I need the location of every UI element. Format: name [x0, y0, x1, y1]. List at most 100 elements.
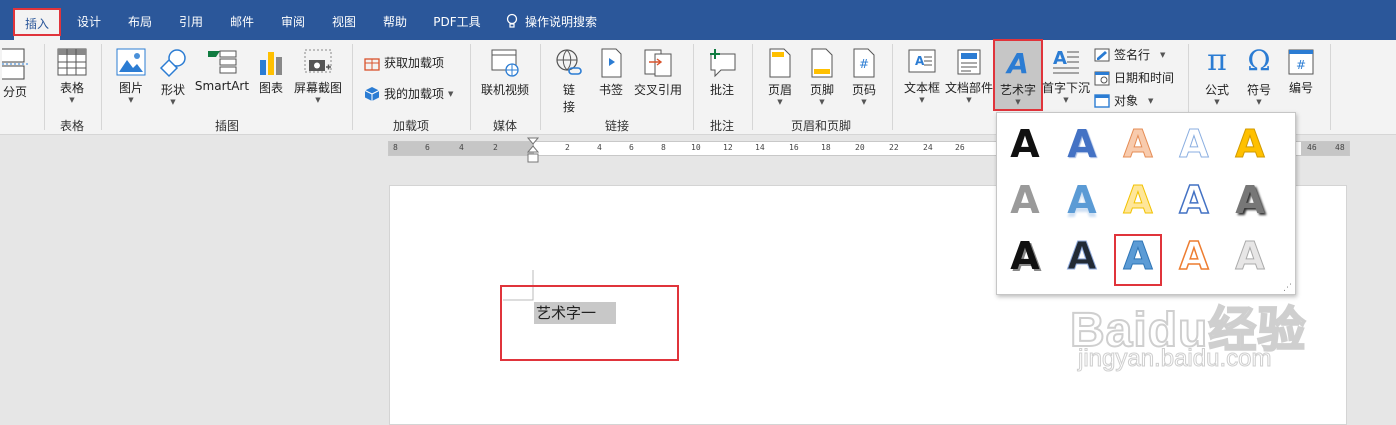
indent-marker[interactable] [527, 137, 539, 165]
textbox-icon: A [908, 49, 936, 73]
tab-design[interactable]: 设计 [70, 8, 108, 36]
wordart-style-11[interactable]: A [1005, 234, 1045, 278]
footer-button[interactable]: 页脚 ▼ [804, 48, 840, 106]
chevron-down-icon: ▼ [966, 96, 972, 104]
ruler-tick: 46 [1307, 143, 1317, 152]
ribbon-separator [1330, 44, 1331, 130]
page-number-icon: # [853, 48, 875, 78]
shapes-button[interactable]: 形状 ▼ [154, 48, 192, 106]
resize-grip-icon[interactable]: ⋰ [1283, 283, 1292, 293]
symbol-label: 符号 [1246, 83, 1271, 97]
wordart-style-2[interactable]: A [1062, 122, 1102, 166]
wordart-style-4[interactable]: A [1174, 122, 1214, 167]
wordart-style-8[interactable]: A [1118, 178, 1158, 223]
get-addins-label: 获取加载项 [384, 56, 445, 70]
wordart-style-5[interactable]: A [1230, 122, 1270, 167]
signature-line-button[interactable]: 签名行 ▼ [1094, 46, 1165, 63]
ruler-tick: 18 [821, 143, 831, 152]
ribbon-separator [470, 44, 471, 130]
bookmark-button[interactable]: 书签 [594, 48, 628, 98]
wordart-style-14[interactable]: A [1174, 233, 1214, 279]
comment-button[interactable]: 批注 [702, 48, 742, 98]
quick-parts-button[interactable]: 文档部件 ▼ [944, 48, 994, 104]
wordart-style-1[interactable]: A [1005, 122, 1045, 166]
wordart-style-6[interactable]: A [1005, 178, 1045, 222]
wordart-style-13[interactable]: A [1118, 234, 1158, 279]
wordart-button[interactable]: A 艺术字 ▼ [994, 40, 1042, 110]
ribbon-separator [101, 44, 102, 130]
svg-text:A: A [1005, 48, 1029, 78]
chevron-down-icon: ▼ [819, 98, 825, 106]
wordart-style-15[interactable]: A [1230, 234, 1270, 279]
chart-button[interactable]: 图表 [254, 48, 288, 96]
selected-text[interactable]: 艺术字一 [534, 302, 616, 324]
header-button[interactable]: 页眉 ▼ [762, 48, 798, 106]
tell-me-search[interactable]: 操作说明搜索 [505, 8, 615, 36]
group-comments-label: 批注 [709, 119, 734, 133]
page-break-button[interactable]: 分页 [0, 48, 30, 100]
table-button[interactable]: 表格 ▼ [52, 48, 92, 104]
tell-me-label: 操作说明搜索 [525, 15, 598, 29]
wordart-style-10[interactable]: A [1230, 178, 1270, 222]
chevron-down-icon: ▼ [1160, 50, 1166, 59]
baidu-watermark-url: jingyan.baidu.com [1077, 345, 1272, 373]
bookmark-label: 书签 [598, 83, 623, 97]
ribbon-tab-bar: 插入 设计 布局 引用 邮件 审阅 视图 帮助 PDF工具 操作说明搜索 [0, 0, 1396, 40]
ruler-tick: 20 [855, 143, 865, 152]
link-label-2: 接 [562, 100, 575, 114]
page-number-label: 页码 [851, 83, 876, 97]
page-break-label: 分页 [2, 85, 27, 99]
tab-pdf-tools[interactable]: PDF工具 [428, 8, 486, 36]
online-video-label: 联机视频 [480, 83, 529, 97]
chevron-down-icon: ▼ [69, 96, 75, 104]
addins-cube-icon [364, 86, 380, 101]
symbol-button[interactable]: Ω 符号 ▼ [1240, 44, 1278, 106]
get-addins-button[interactable]: 获取加载项 [364, 54, 444, 71]
smartart-button[interactable]: SmartArt [194, 48, 250, 93]
ruler-tick: 48 [1335, 143, 1345, 152]
tab-layout[interactable]: 布局 [121, 8, 159, 36]
dropcap-label: 首字下沉 [1042, 81, 1091, 95]
tab-references[interactable]: 引用 [172, 8, 210, 36]
bookmark-icon [601, 48, 622, 78]
tab-view[interactable]: 视图 [325, 8, 363, 36]
chevron-down-icon: ▼ [1256, 98, 1262, 106]
ruler-tick: 24 [923, 143, 933, 152]
picture-label: 图片 [118, 81, 143, 95]
my-addins-button[interactable]: 我的加载项 ▼ [364, 85, 453, 102]
screenshot-icon [304, 49, 332, 73]
ruler-tick: 14 [755, 143, 765, 152]
picture-button[interactable]: 图片 ▼ [112, 48, 150, 104]
dropcap-button[interactable]: A 首字下沉 ▼ [1042, 48, 1090, 104]
chart-label: 图表 [258, 81, 283, 95]
wordart-icon: A [1005, 48, 1029, 78]
tab-mailings[interactable]: 邮件 [223, 8, 261, 36]
equation-button[interactable]: π 公式 ▼ [1198, 43, 1236, 107]
cross-reference-button[interactable]: 交叉引用 [632, 48, 684, 98]
tab-review[interactable]: 审阅 [274, 8, 312, 36]
wordart-style-7[interactable]: A [1062, 178, 1102, 222]
pi-icon: π [1207, 43, 1227, 78]
dropcap-icon: A [1053, 48, 1079, 74]
ruler-tick: 4 [459, 143, 464, 152]
object-icon [1094, 93, 1110, 108]
object-button[interactable]: 对象 ▼ [1094, 92, 1153, 109]
wordart-style-3[interactable]: A [1118, 122, 1158, 167]
screenshot-button[interactable]: 屏幕截图 ▼ [290, 48, 346, 104]
link-button[interactable]: 链 接 [550, 48, 588, 115]
wordart-style-12[interactable]: A [1062, 234, 1102, 279]
textbox-button[interactable]: A 文本框 ▼ [902, 48, 942, 104]
date-time-button[interactable]: 日期和时间 [1094, 69, 1174, 86]
numbering-button[interactable]: # 编号 [1282, 48, 1320, 96]
page-number-button[interactable]: # 页码 ▼ [846, 48, 882, 106]
ruler-tick: 2 [565, 143, 570, 152]
group-addins-label: 加载项 [392, 119, 429, 133]
wordart-style-9[interactable]: A [1174, 177, 1214, 223]
cross-reference-icon [644, 49, 672, 77]
tab-help[interactable]: 帮助 [376, 8, 414, 36]
table-label: 表格 [59, 81, 84, 95]
online-video-button[interactable]: 联机视频 [478, 48, 532, 98]
shapes-icon [159, 49, 186, 78]
tab-insert[interactable]: 插入 [14, 9, 60, 40]
svg-text:#: # [859, 57, 869, 71]
